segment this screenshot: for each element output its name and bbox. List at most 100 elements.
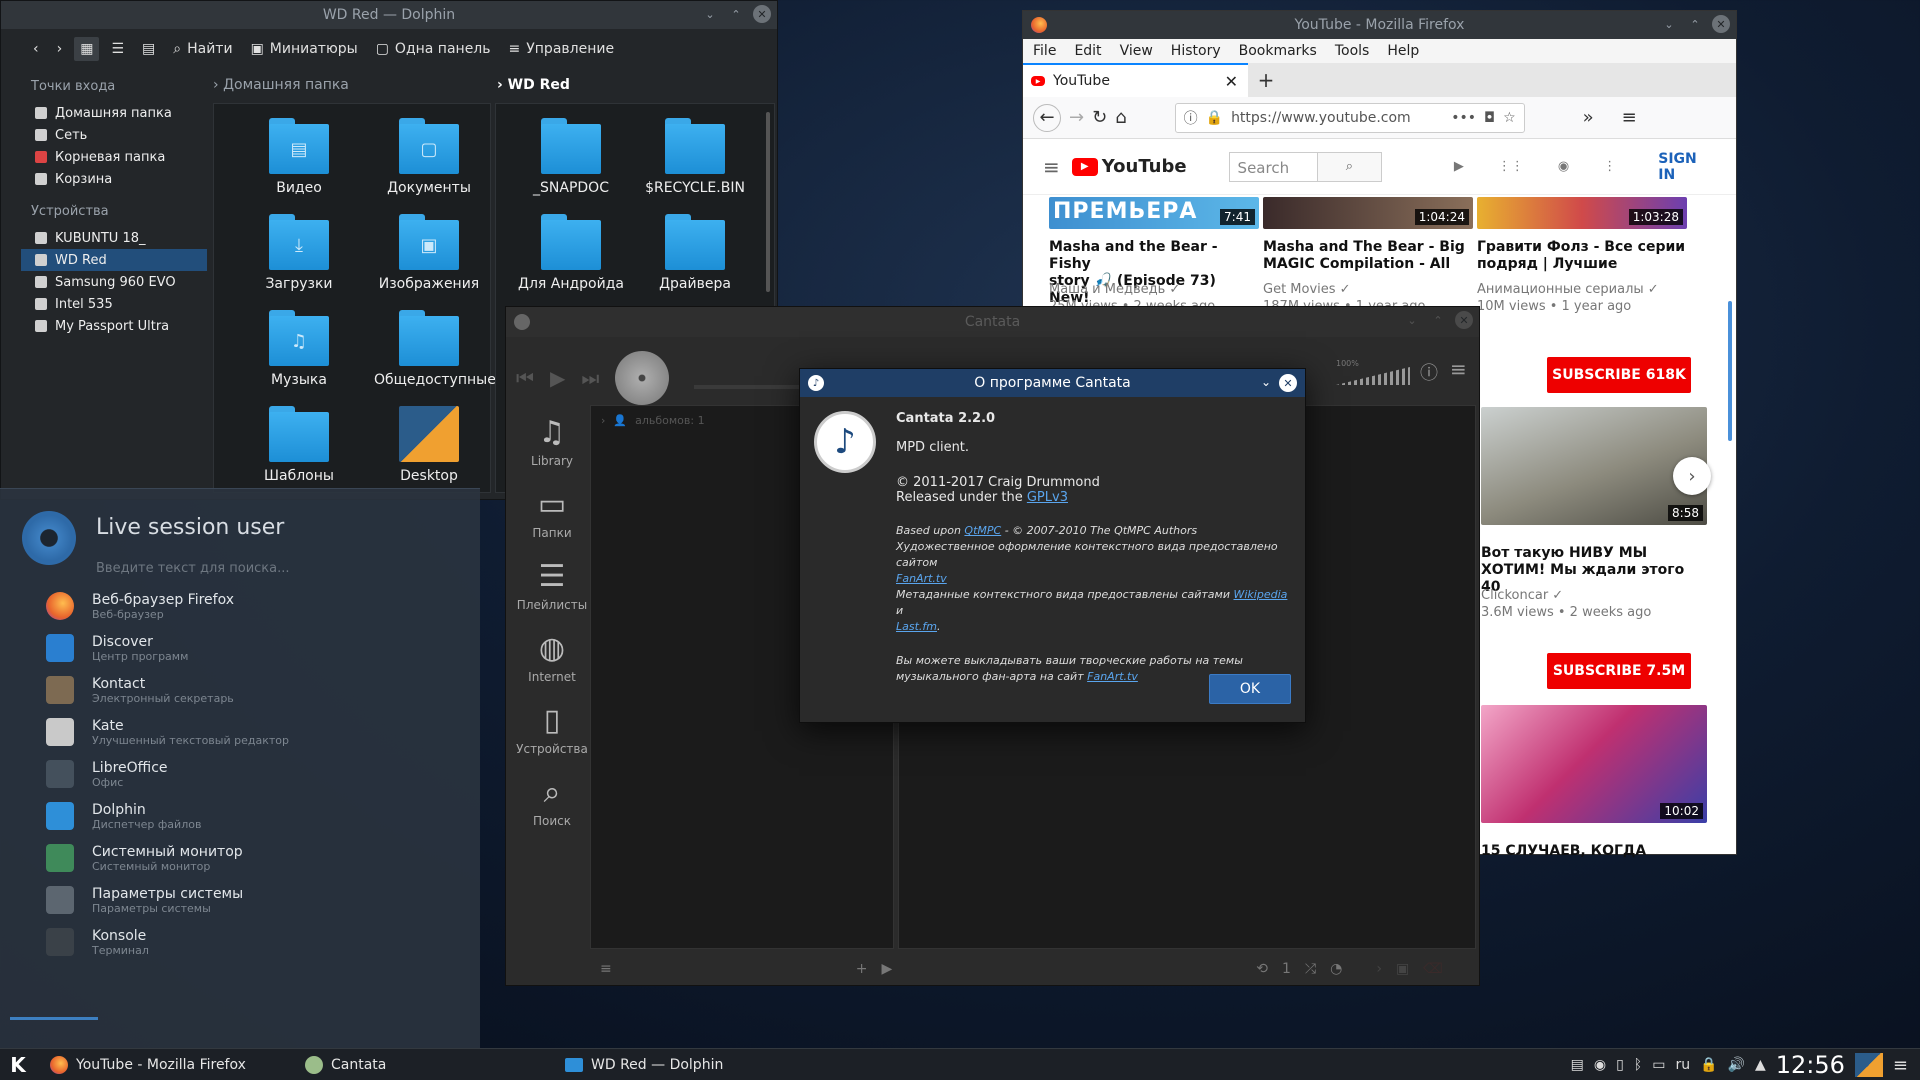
forward-icon[interactable]: →	[1069, 107, 1084, 128]
info-icon[interactable]: ⓘ	[1420, 359, 1438, 385]
panel-menu-icon[interactable]: ≡	[1893, 1055, 1908, 1076]
folder-item[interactable]: ⤓ Загрузки	[244, 214, 354, 292]
url-bar[interactable]: ⓘ 🔒 https://www.youtube.com ••• ◘ ☆	[1174, 102, 1525, 133]
task-dolphin[interactable]: WD Red — Dolphin	[551, 1049, 811, 1080]
volume-slider[interactable]	[1336, 367, 1410, 385]
close-icon[interactable]: ✕	[1279, 374, 1297, 392]
scrollbar[interactable]	[766, 112, 770, 292]
display-icon[interactable]: ▭	[1652, 1057, 1665, 1073]
device-item[interactable]: Samsung 960 EVO	[21, 271, 207, 293]
home-icon[interactable]: ⌂	[1115, 107, 1126, 128]
repeat-icon[interactable]: ⟲	[1256, 961, 1268, 977]
apps-grid-icon[interactable]: ⋮⋮	[1498, 159, 1524, 174]
manage-button[interactable]: ≡ Управление	[503, 37, 621, 61]
close-icon[interactable]: ✕	[1712, 15, 1730, 33]
upload-video-icon[interactable]: ▶	[1454, 159, 1464, 174]
sign-in-button[interactable]: SIGN IN	[1658, 151, 1716, 183]
forward-icon[interactable]: ›	[1376, 961, 1382, 977]
subscribe-button[interactable]: SUBSCRIBE 618K	[1547, 357, 1691, 393]
youtube-logo[interactable]: ▶ YouTube	[1071, 156, 1187, 177]
launcher-app[interactable]: Веб-браузер Firefox Веб-браузер	[46, 585, 234, 627]
minimize-icon[interactable]: ⌄	[701, 5, 719, 23]
folder-item[interactable]: ♫ Музыка	[244, 310, 354, 388]
menu-history[interactable]: History	[1171, 43, 1221, 59]
subscribe-button[interactable]: SUBSCRIBE 7.5M	[1547, 653, 1691, 689]
user-avatar[interactable]	[22, 511, 76, 565]
consume-icon[interactable]: ◔	[1330, 961, 1342, 977]
cantata-titlebar[interactable]: Cantata ⌄ ⌃ ✕	[506, 307, 1479, 337]
about-titlebar[interactable]: ♪ О программе Cantata ⌄ ✕	[800, 369, 1305, 397]
launcher-app[interactable]: Kontact Электронный секретарь	[46, 669, 234, 711]
launcher-app[interactable]: Kate Улучшенный текстовый редактор	[46, 711, 289, 753]
shuffle-icon[interactable]: ⤮	[1305, 961, 1316, 977]
icons-view-icon[interactable]: ▦	[74, 37, 100, 61]
maximize-icon[interactable]: ⌃	[1429, 311, 1447, 329]
scrollbar[interactable]	[1728, 301, 1732, 441]
folder-item[interactable]: _SNAPDOC	[516, 118, 626, 196]
kde-launcher-icon[interactable]: K	[0, 1049, 36, 1080]
place-network[interactable]: Сеть	[21, 124, 207, 146]
add-icon[interactable]: +	[856, 961, 868, 977]
search-icon[interactable]: ⌕	[1316, 152, 1381, 181]
tab-youtube[interactable]: ▶ YouTube ✕	[1023, 63, 1248, 97]
play-icon[interactable]: ▶	[881, 961, 892, 977]
bookmark-star-icon[interactable]: ☆	[1503, 110, 1516, 126]
folder-item[interactable]: Общедоступные	[374, 310, 496, 388]
close-icon[interactable]: ✕	[753, 5, 771, 23]
play-icon[interactable]: ▶	[550, 366, 565, 390]
maximize-icon[interactable]: ⌃	[1686, 15, 1704, 33]
back-icon[interactable]: ‹	[27, 37, 45, 61]
thumbnails-button[interactable]: ▣ Миниатюры	[245, 37, 364, 61]
forward-icon[interactable]: ›	[51, 37, 69, 61]
launcher-search-input[interactable]: Введите текст для поиска...	[96, 561, 290, 576]
lastfm-link[interactable]: Last.fm	[896, 620, 937, 633]
back-icon[interactable]: ←	[1033, 103, 1061, 132]
one-pane-button[interactable]: ▢ Одна панель	[370, 37, 497, 61]
bluetooth-icon[interactable]: ᛒ	[1634, 1057, 1642, 1073]
position-slider[interactable]	[694, 385, 814, 389]
details-view-icon[interactable]: ▤	[136, 37, 161, 61]
video-thumbnail[interactable]: 10:02	[1481, 705, 1707, 823]
launcher-app[interactable]: Параметры системы Параметры системы	[46, 879, 243, 921]
find-button[interactable]: ⌕ Найти	[167, 37, 238, 61]
menu-file[interactable]: File	[1033, 43, 1056, 59]
launcher-app[interactable]: Dolphin Диспетчер файлов	[46, 795, 201, 837]
single-icon[interactable]: 1	[1282, 961, 1291, 977]
settings-dots-icon[interactable]: ⋮	[1603, 159, 1616, 174]
next-track-icon[interactable]: ⏭	[581, 366, 599, 390]
keyboard-layout[interactable]: ru	[1675, 1057, 1690, 1073]
tab-close-icon[interactable]: ✕	[1225, 72, 1238, 91]
folder-item[interactable]: ▢ Документы	[374, 118, 484, 196]
video-title[interactable]: Masha and The Bear - Big MAGIC Compilatio…	[1263, 239, 1473, 273]
nav-library[interactable]: ♫ Library	[512, 405, 592, 477]
video-thumbnail[interactable]: 8:58	[1481, 407, 1707, 525]
fanart-link[interactable]: FanArt.tv	[896, 572, 947, 585]
qtmpc-link[interactable]: QtMPC	[964, 524, 1001, 537]
launcher-app[interactable]: Системный монитор Системный монитор	[46, 837, 243, 879]
close-icon[interactable]: ✕	[1455, 311, 1473, 329]
device-item[interactable]: KUBUNTU 18_	[21, 227, 207, 249]
page-actions-icon[interactable]: •••	[1451, 110, 1476, 126]
device-item-selected[interactable]: WD Red	[21, 249, 207, 271]
minimize-icon[interactable]: ⌄	[1403, 311, 1421, 329]
maximize-icon[interactable]: ⌃	[727, 5, 745, 23]
video-thumbnail[interactable]: 1:04:24	[1263, 197, 1473, 229]
wikipedia-link[interactable]: Wikipedia	[1234, 588, 1288, 601]
left-pane[interactable]: ▤ Видео ▢ Документы ⤓ Загрузки ▣ Изображения…	[213, 103, 496, 493]
minimize-icon[interactable]: ⌄	[1660, 15, 1678, 33]
task-cantata[interactable]: Cantata	[291, 1049, 551, 1080]
folder-item[interactable]: Шаблоны	[244, 406, 354, 484]
place-home[interactable]: Домашняя папка	[21, 102, 207, 124]
pocket-icon[interactable]: ◘	[1484, 110, 1495, 126]
launcher-app[interactable]: Konsole Терминал	[46, 921, 149, 963]
folder-item[interactable]: Драйвера	[640, 214, 750, 292]
video-thumbnail[interactable]: 1:03:28	[1477, 197, 1687, 229]
nav-internet[interactable]: ◍ Internet	[512, 621, 592, 693]
device-item[interactable]: Intel 535	[21, 293, 207, 315]
new-tab-icon[interactable]: +	[1248, 63, 1284, 97]
firefox-titlebar[interactable]: YouTube - Mozilla Firefox ⌄ ⌃ ✕	[1023, 11, 1736, 39]
show-desktop-icon[interactable]	[1854, 1053, 1883, 1077]
compact-view-icon[interactable]: ☰	[105, 37, 130, 61]
launcher-app[interactable]: LibreOffice Офис	[46, 753, 168, 795]
update-icon[interactable]: ◉	[1594, 1057, 1606, 1073]
